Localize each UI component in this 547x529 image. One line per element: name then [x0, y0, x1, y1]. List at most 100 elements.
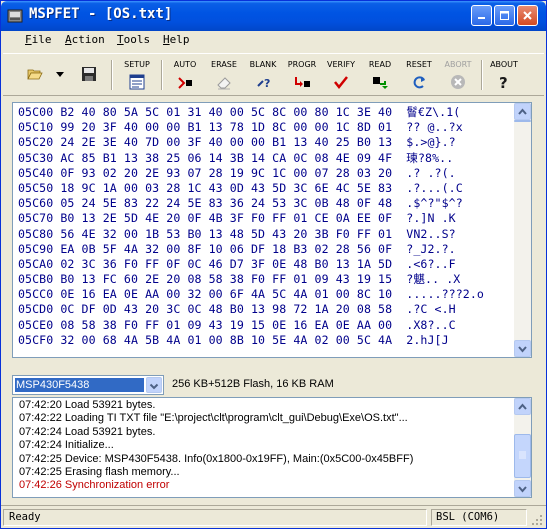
- hex-row: 05CE0 08 58 38 F0 FF 01 09 43 19 15 0E 1…: [18, 317, 456, 332]
- program-button[interactable]: PROGR: [280, 54, 324, 96]
- program-label: PROGR: [287, 60, 317, 69]
- resize-grip-icon[interactable]: [531, 514, 543, 526]
- title-bar[interactable]: MSPFET - [OS.txt]: [1, 1, 546, 31]
- hex-row: 05CB0 B0 13 FC 60 2E 20 08 58 38 F0 FF 0…: [18, 272, 461, 287]
- device-select[interactable]: MSP430F5438: [12, 375, 164, 395]
- menu-bar: File Action Tools Help: [1, 31, 546, 51]
- hex-row: 05C20 24 2E 3E 40 7D 00 3F 40 00 00 B1 1…: [18, 135, 456, 150]
- status-port: BSL (COM6): [436, 511, 500, 523]
- hex-row: 05CD0 0C DF 0D 43 20 3C 0C 48 B0 13 98 7…: [18, 302, 456, 317]
- chevron-up-icon: [518, 108, 527, 115]
- open-button[interactable]: [23, 54, 47, 96]
- log-lines: 07:42:20 Load 53921 bytes. 07:42:22 Load…: [19, 399, 413, 493]
- chevron-down-icon: [56, 72, 64, 77]
- log-line-error: 07:42:26 Synchronization error: [19, 479, 170, 492]
- device-memory-info: 256 KB+512B Flash, 16 KB RAM: [172, 378, 334, 390]
- verify-button[interactable]: VERIFY: [319, 54, 363, 96]
- about-button[interactable]: ABOUT ?: [482, 54, 526, 96]
- minimize-icon: [478, 17, 485, 19]
- abort-label: ABORT: [444, 60, 472, 69]
- scroll-thumb[interactable]: [514, 434, 531, 478]
- save-button[interactable]: [77, 54, 101, 96]
- reset-button[interactable]: RESET: [397, 54, 441, 96]
- toolbar: SETUP AUTO ERASE BLANK ? PROGR VERIFY RE…: [3, 53, 544, 96]
- status-text: Ready: [9, 511, 41, 523]
- open-dropdown-button[interactable]: [53, 54, 67, 96]
- hex-row: 05C80 56 4E 32 00 1B 53 B0 13 48 5D 43 2…: [18, 226, 456, 241]
- hex-row: 05CC0 0E 16 EA 0E AA 00 32 00 6F 4A 5C 4…: [18, 287, 484, 302]
- auto-program-icon: [178, 77, 192, 89]
- window-title: MSPFET - [OS.txt]: [29, 6, 173, 22]
- about-label: ABOUT: [490, 60, 518, 69]
- log-scrollbar[interactable]: [514, 398, 531, 497]
- menu-action[interactable]: Action: [65, 33, 105, 46]
- blank-check-button[interactable]: BLANK ?: [241, 54, 285, 96]
- setup-label: SETUP: [124, 60, 150, 69]
- device-select-value: MSP430F5438: [15, 378, 144, 392]
- auto-label: AUTO: [173, 60, 197, 69]
- scroll-thumb[interactable]: [514, 120, 531, 122]
- verify-label: VERIFY: [327, 60, 355, 69]
- read-icon: [373, 77, 388, 89]
- reset-icon: [413, 76, 425, 89]
- hex-row: 05C10 99 20 3F 40 00 00 B1 13 78 1D 8C 0…: [18, 120, 463, 135]
- hex-row: 05C90 EA 0B 5F 4A 32 00 8F 10 06 DF 18 B…: [18, 241, 456, 256]
- reset-label: RESET: [406, 60, 432, 69]
- toolbar-separator: [111, 60, 113, 90]
- help-question-icon: ?: [499, 74, 508, 90]
- log-line: 07:42:20 Load 53921 bytes.: [19, 399, 156, 411]
- chevron-down-icon: [518, 346, 527, 353]
- app-window: MSPFET - [OS.txt] File Action Tools Help: [0, 0, 547, 529]
- log-panel[interactable]: 07:42:20 Load 53921 bytes. 07:42:22 Load…: [12, 397, 532, 498]
- chevron-down-icon: [518, 486, 527, 493]
- minimize-button[interactable]: [471, 5, 492, 26]
- menu-tools[interactable]: Tools: [117, 33, 150, 46]
- log-line: 07:42:24 Initialize...: [19, 439, 114, 452]
- close-icon: [523, 11, 532, 20]
- hex-row: 05C70 B0 13 2E 5D 4E 20 0F 4B 3F F0 FF 0…: [18, 211, 456, 226]
- hex-scrollbar[interactable]: [514, 103, 531, 357]
- status-panel-port: BSL (COM6): [431, 509, 527, 526]
- menu-file[interactable]: File: [25, 33, 52, 46]
- log-line: 07:42:22 Loading TI TXT file "E:\project…: [19, 412, 408, 425]
- program-icon: [295, 77, 310, 87]
- scroll-up-button[interactable]: [514, 398, 531, 415]
- read-button[interactable]: READ: [358, 54, 402, 96]
- read-label: READ: [368, 60, 392, 69]
- checkmark-icon: [334, 76, 348, 90]
- chevron-down-icon: [149, 383, 159, 390]
- scroll-up-button[interactable]: [514, 103, 531, 120]
- maximize-icon: [500, 11, 509, 20]
- hex-view[interactable]: 05C00 B2 40 80 5A 5C 01 31 40 00 5C 8C 0…: [12, 102, 532, 358]
- app-icon: [7, 9, 23, 23]
- status-bar: Ready BSL (COM6): [1, 505, 546, 528]
- erase-button[interactable]: ERASE: [202, 54, 246, 96]
- blank-check-icon: ?: [257, 77, 270, 90]
- scroll-down-button[interactable]: [514, 340, 531, 357]
- hex-row: 05CA0 02 3C 36 F0 FF 0F 0C 46 D7 3F 0E 4…: [18, 256, 456, 271]
- blank-label: BLANK: [249, 60, 277, 69]
- auto-button[interactable]: AUTO: [163, 54, 207, 96]
- hex-rows: 05C00 B2 40 80 5A 5C 01 31 40 00 5C 8C 0…: [18, 105, 510, 348]
- svg-text:?: ?: [264, 77, 270, 90]
- menu-help[interactable]: Help: [163, 33, 190, 46]
- scroll-down-button[interactable]: [514, 480, 531, 497]
- log-line: 07:42:24 Load 53921 bytes.: [19, 425, 156, 438]
- grip-lines-icon: [519, 451, 526, 459]
- hex-row: 05C00 B2 40 80 5A 5C 01 31 40 00 5C 8C 0…: [18, 105, 461, 119]
- hex-row: 05CF0 32 00 68 4A 5B 4A 01 00 8B 10 5E 4…: [18, 332, 449, 347]
- maximize-button[interactable]: [494, 5, 515, 26]
- svg-text:?: ?: [499, 74, 508, 90]
- status-panel-main: Ready: [3, 509, 427, 526]
- log-line: 07:42:25 Erasing flash memory...: [19, 465, 180, 478]
- hex-row: 05C50 18 9C 1A 00 03 28 1C 43 0D 43 5D 3…: [18, 180, 463, 195]
- erase-label: ERASE: [211, 60, 237, 69]
- log-line: 07:42:25 Device: MSP430F5438. Info(0x180…: [19, 452, 414, 465]
- close-button[interactable]: [517, 5, 538, 26]
- setup-button[interactable]: SETUP: [115, 54, 159, 96]
- setup-icon: [129, 74, 145, 90]
- hex-row: 05C30 AC 85 B1 13 38 25 06 14 3B 14 CA 0…: [18, 150, 454, 165]
- hex-row: 05C60 05 24 5E 83 22 24 5E 83 36 24 53 3…: [18, 196, 463, 211]
- abort-button[interactable]: ABORT: [436, 54, 480, 96]
- device-dropdown-button[interactable]: [146, 377, 162, 393]
